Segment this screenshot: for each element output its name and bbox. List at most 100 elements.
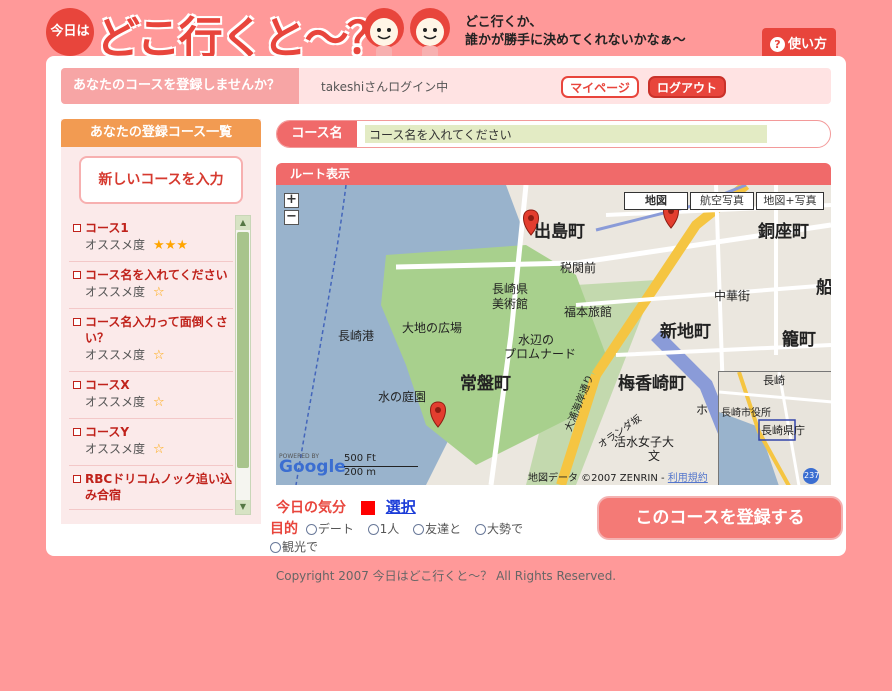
purpose-option-date[interactable]: デート [305,520,354,537]
map-label-dejima: 出島町 [534,222,585,242]
map-type-hybrid[interactable]: 地図+写真 [756,192,824,210]
mood-label: 今日の気分 [276,500,346,516]
map-label-kagomachi: 籠町 [782,330,816,350]
course-rating: オススメ度 ☆ [73,283,233,302]
map-label-fukumoto: 福本旅館 [564,305,613,319]
rating-label: オススメ度 [85,348,146,362]
scroll-up-icon[interactable]: ▲ [236,216,250,230]
scale-ft: 500 Ft [344,453,376,464]
map-label-zeikan: 税関前 [560,261,597,275]
register-course-button[interactable]: このコースを登録する [597,496,843,540]
course-list-heading: あなたの登録コース一覧 [61,119,261,147]
mood-color-swatch [360,501,375,515]
map-label-tokiwa: 常盤町 [460,374,511,394]
purpose-option-group[interactable]: 大勢で [474,520,523,537]
mood-select-link[interactable]: 選択 [386,498,416,516]
list-item[interactable]: RBCドリコムノック追い込み合宿 [69,466,233,510]
map-type-satellite[interactable]: 航空写真 [690,192,754,210]
course-rating: オススメ度 ☆ [73,440,233,459]
map-label-promenade-2: プロムナード [504,347,577,361]
star-rating: ☆ [153,442,165,457]
map-copyright: 地図データ ©2007 ZENRIN - 利用規約 [528,469,708,484]
course-title[interactable]: コース名を入れてください [73,267,233,283]
footer-copyright: Copyright 2007 今日はどこ行くと〜？ All Rights Res… [275,569,617,583]
course-title[interactable]: コースY [73,424,233,440]
ov-label-pref: 長崎県庁 [761,424,805,437]
route-map-heading: ルート表示 [276,163,831,185]
login-bar: あなたのコースを登録しませんか？ takeshiさんログイン中 マイページ ログ… [61,68,831,104]
scroll-down-icon[interactable]: ▼ [236,500,250,514]
course-list-panel: あなたの登録コース一覧 新しいコースを入力 コース1 オススメ度 ★★★ コース名… [61,119,261,524]
purpose-option-sightseeing[interactable]: 観光で [270,538,318,555]
option-label: 1人 [379,522,400,536]
list-item[interactable]: コースX オススメ度 ☆ [69,372,233,419]
course-name-row: コース名 [276,120,831,148]
google-logo: POWERED BY Google [279,453,346,477]
map-label-umegasaki: 梅香崎町 [618,374,686,394]
map-terms-link[interactable]: 利用規約 [668,473,708,484]
course-name-input[interactable] [365,125,767,143]
map-label-kaku: 船 [816,278,831,298]
radio-button[interactable] [474,524,486,535]
map-label-school: 文 [648,449,661,463]
list-item[interactable]: コース名を入れてください オススメ度 ☆ [69,262,233,309]
radio-button[interactable] [270,542,281,553]
purpose-option-friends[interactable]: 友達と [413,520,461,537]
radio-button[interactable] [305,524,317,535]
route-map[interactable]: + − 地図 航空写真 地図+写真 出島町 銅座町 税関前 長崎県 美術館 福本… [276,185,831,485]
map-zoom-in-button[interactable]: + [284,193,299,208]
list-item[interactable]: コースY オススメ度 ☆ [69,419,233,466]
main-panel: あなたのコースを登録しませんか？ takeshiさんログイン中 マイページ ログ… [46,56,846,556]
map-copyright-text: 地図データ ©2007 ZENRIN - [528,473,665,484]
list-item[interactable]: コース1 オススメ度 ★★★ [69,215,233,262]
star-rating: ☆ [153,285,165,300]
new-course-button[interactable]: 新しいコースを入力 [79,156,243,204]
course-name-label: コース名 [277,121,357,147]
help-label: 使い方 [788,37,828,52]
tagline-line-1: どこ行くか、 [465,15,543,30]
course-title[interactable]: RBCドリコムノック追い込み合宿 [73,471,233,503]
logout-button[interactable]: ログアウト [648,76,726,98]
logo-badge[interactable]: 今日は [46,8,94,56]
tagline-line-2: 誰かが勝手に決めてくれないかなぁ〜 [465,33,686,48]
map-label-plaza: 大地の広場 [402,321,463,335]
map-type-map[interactable]: 地図 [624,192,688,210]
star-rating: ☆ [153,348,165,363]
question-icon: ? [770,37,785,52]
course-title[interactable]: コース名入力って面倒くさい？ [73,314,233,346]
ov-label-city: 長崎市役所 [721,408,771,419]
course-title[interactable]: コース1 [73,220,233,236]
radio-button[interactable] [413,524,425,535]
help-button[interactable]: ? 使い方 [762,28,836,56]
course-rating: オススメ度 ☆ [73,346,233,365]
scroll-thumb[interactable] [237,232,249,468]
mood-row: 今日の気分 選択 [276,496,416,517]
ov-label-nagasaki: 長崎 [763,374,785,387]
mypage-button[interactable]: マイページ [561,76,639,98]
ov-label-route: 237 [804,471,820,480]
register-cta: あなたのコースを登録しませんか？ [61,68,299,104]
star-rating: ★★★ [153,238,188,253]
radio-button[interactable] [367,524,379,535]
list-item[interactable]: コース名入力って面倒くさい？ オススメ度 ☆ [69,309,233,372]
course-title[interactable]: コースX [73,377,233,393]
map-label-dozamachi: 銅座町 [758,222,809,242]
rating-label: オススメ度 [85,285,146,299]
star-rating: ☆ [153,395,165,410]
option-label: 友達と [425,522,462,536]
map-zoom-out-button[interactable]: − [284,210,299,225]
purpose-row: 目的 デート 1人 友達と 大勢で 観光で [270,518,590,555]
purpose-option-alone[interactable]: 1人 [367,520,400,537]
overview-map[interactable]: 長崎 長崎県庁 長崎市役所 237 [718,371,831,485]
option-label: 観光で [282,540,319,554]
map-label-water-garden: 水の庭園 [378,390,427,404]
map-label-hoshi: ホ [696,403,709,417]
map-label-chukagai: 中華街 [714,289,751,303]
course-list: コース1 オススメ度 ★★★ コース名を入れてください オススメ度 ☆ コース名入力… [69,215,233,520]
tagline: どこ行くか、 誰かが勝手に決めてくれないかなぁ〜 [465,14,686,50]
option-label: デート [317,522,354,536]
google-wordmark: Google [279,457,346,477]
map-label-museum-2: 美術館 [492,297,529,311]
course-list-scrollbar[interactable]: ▲ ▼ [235,215,251,515]
course-rating: オススメ度 ★★★ [73,236,233,255]
